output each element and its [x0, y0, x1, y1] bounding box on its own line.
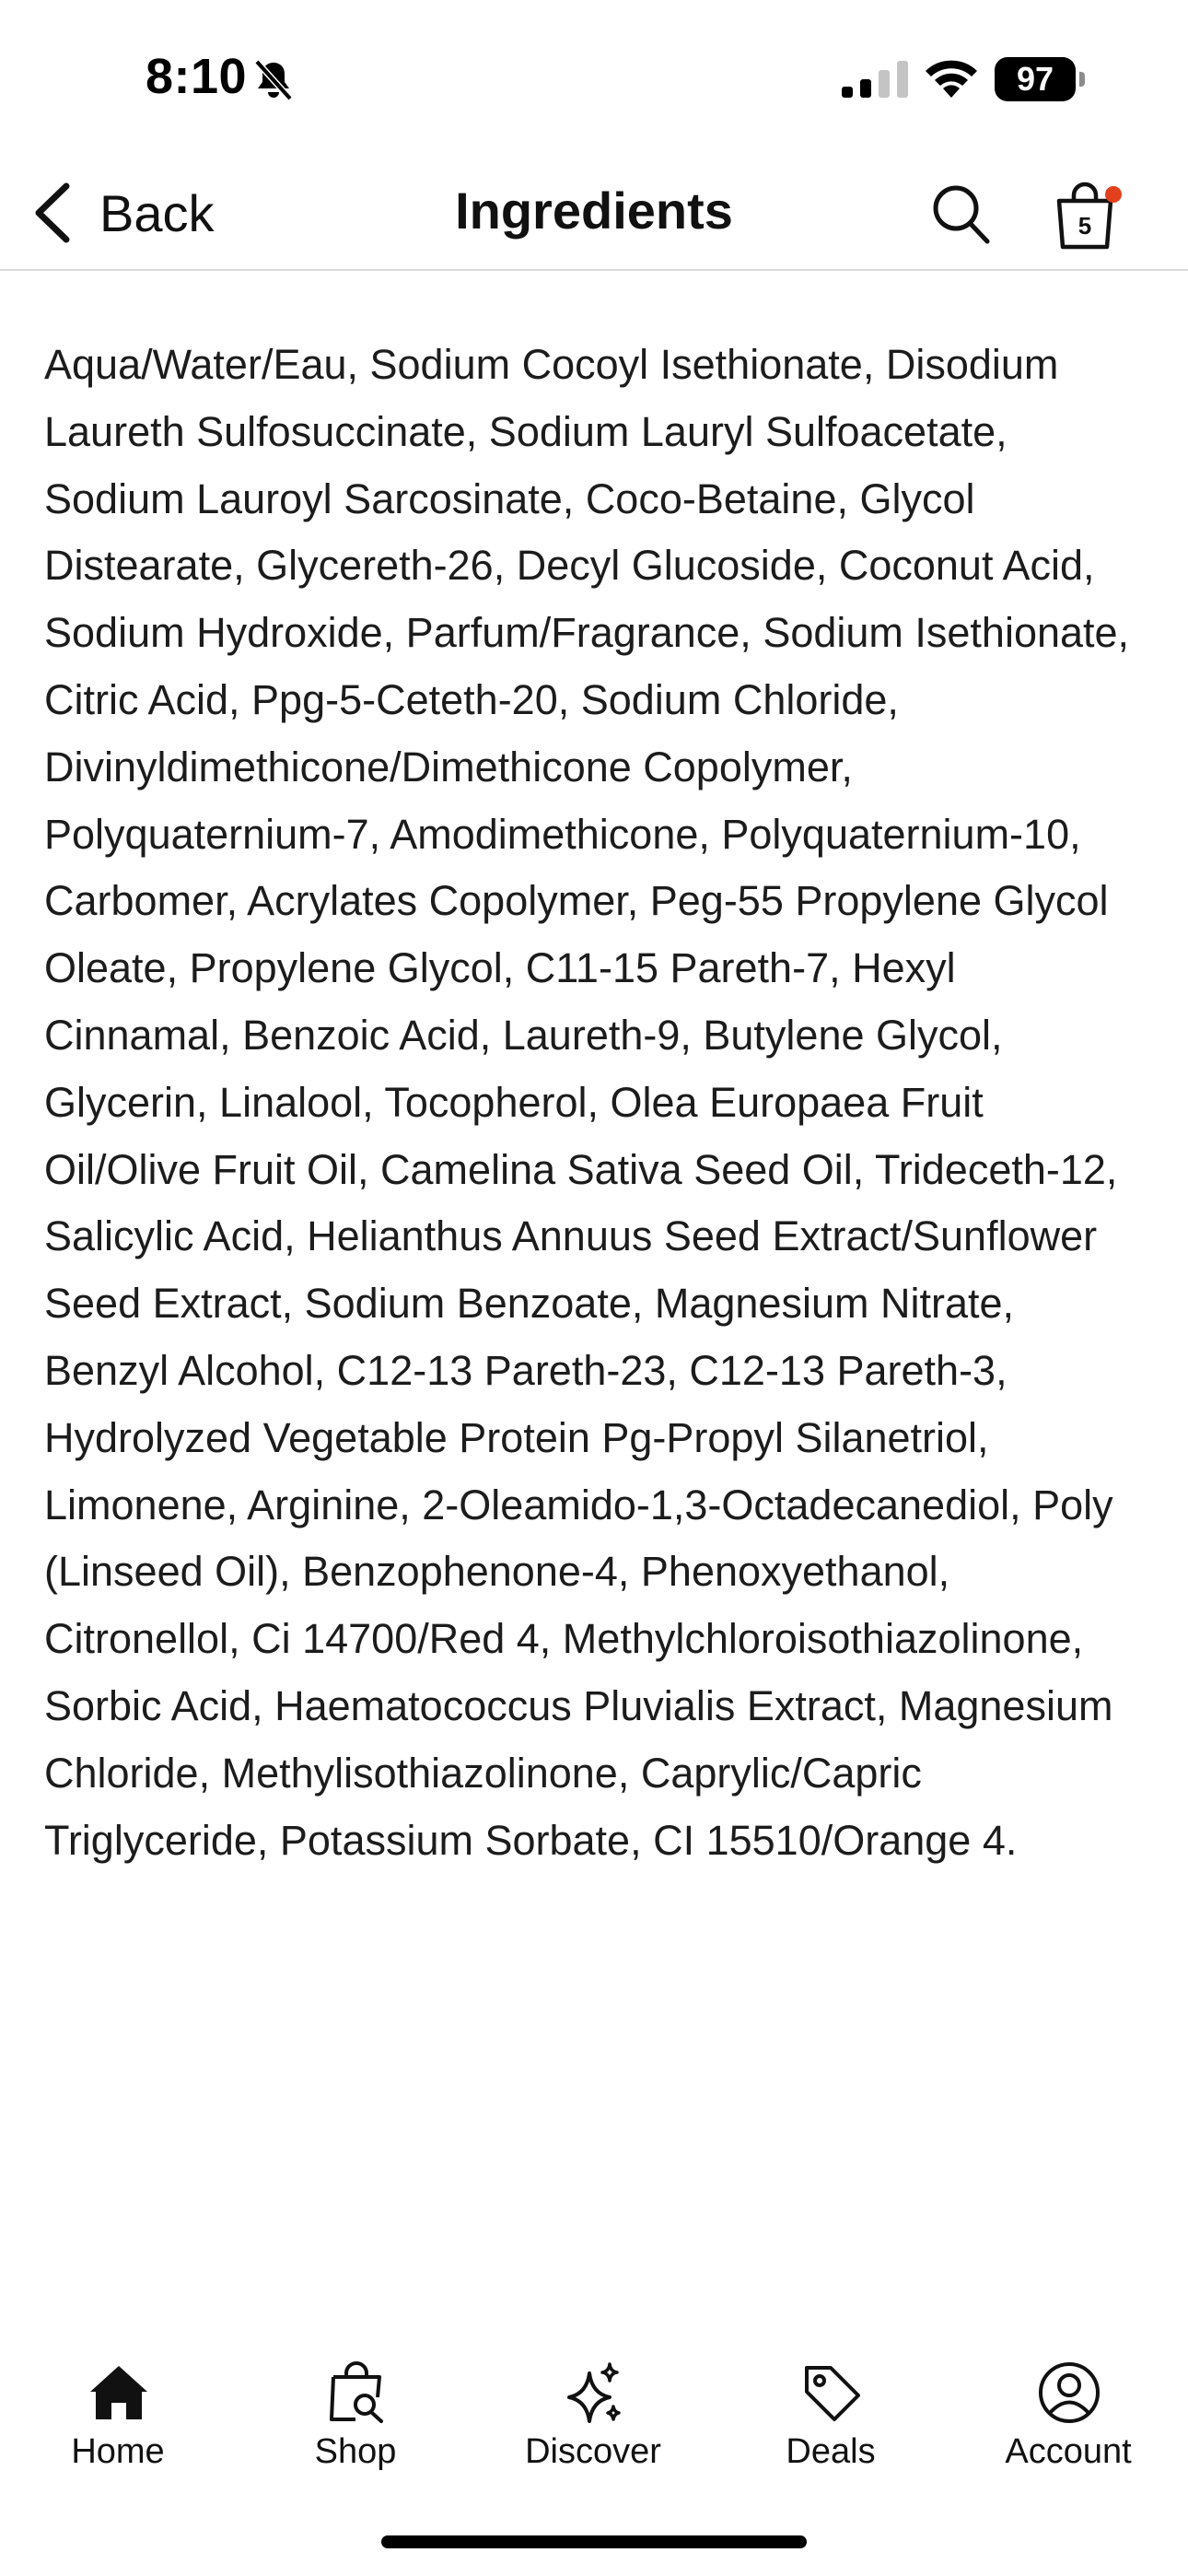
tab-shop[interactable]: Shop: [254, 2340, 457, 2488]
sparkles-icon: [567, 2362, 621, 2423]
cart-button[interactable]: 5: [1050, 179, 1122, 252]
tab-home[interactable]: Home: [17, 2340, 219, 2488]
nav-header: Back Ingredients 5: [0, 157, 1188, 271]
home-icon: [90, 2366, 147, 2419]
bell-slash-icon: [254, 59, 293, 101]
tab-deals[interactable]: Deals: [729, 2340, 932, 2488]
page-title: Ingredients: [455, 181, 733, 240]
cart-badge-dot: [1105, 186, 1122, 203]
status-bar: 8:10 97: [0, 0, 1188, 157]
wifi-icon: [926, 60, 977, 98]
search-icon: [933, 185, 990, 244]
battery-icon: 97: [995, 57, 1085, 101]
status-time: 8:10: [146, 49, 248, 104]
tag-icon: [805, 2366, 860, 2421]
tab-account[interactable]: Account: [967, 2340, 1170, 2488]
search-button[interactable]: [930, 181, 991, 247]
account-icon: [1039, 2362, 1100, 2423]
cellular-signal-icon: [842, 61, 908, 98]
tab-home-label: Home: [71, 2432, 165, 2471]
home-indicator[interactable]: [381, 2535, 807, 2548]
tab-bar: Home Shop Discover Deals Account: [0, 2340, 1188, 2506]
shop-search-icon: [330, 2361, 383, 2423]
tab-discover-label: Discover: [525, 2432, 661, 2471]
battery-level: 97: [1016, 60, 1054, 98]
tab-shop-label: Shop: [314, 2432, 397, 2471]
tab-account-label: Account: [1005, 2432, 1132, 2471]
ingredients-screen: 8:10 97 Back Ingredients 5 Aqua/Water/Ea…: [0, 0, 1188, 2576]
cart-count: 5: [1077, 212, 1092, 240]
ingredients-text: Aqua/Water/Eau, Sodium Cocoyl Isethionat…: [44, 341, 1130, 1864]
tab-discover[interactable]: Discover: [492, 2340, 694, 2488]
tab-deals-label: Deals: [786, 2432, 876, 2471]
